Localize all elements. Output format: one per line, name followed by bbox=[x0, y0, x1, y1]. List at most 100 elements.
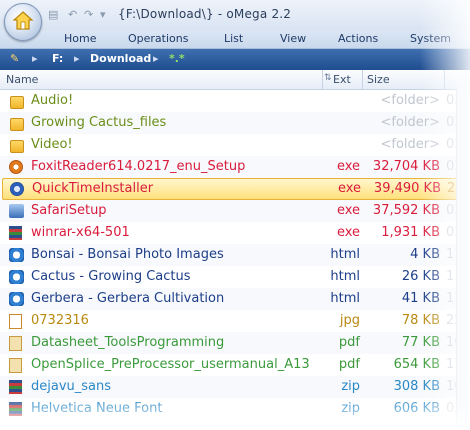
tab-view[interactable]: View bbox=[280, 32, 306, 45]
file-name: Growing Cactus_files bbox=[31, 115, 167, 130]
pdf-file-icon bbox=[9, 358, 22, 373]
file-row[interactable]: Video! <folder> 03 bbox=[0, 134, 470, 156]
address-bar: ✎ ▸ F: ▸ Download ▸ *.* bbox=[0, 49, 470, 70]
edit-path-icon[interactable]: ✎ bbox=[10, 52, 19, 65]
file-size: 4 KB bbox=[410, 247, 440, 262]
file-ext: exe bbox=[336, 203, 360, 218]
chevron-right-icon: ▸ bbox=[32, 52, 38, 65]
quick-access-dropdown-icon[interactable]: ▾ bbox=[100, 8, 106, 21]
file-size: 41 KB bbox=[401, 291, 440, 306]
save-icon[interactable]: ▤ bbox=[48, 8, 58, 21]
file-ext: exe bbox=[337, 181, 361, 196]
column-separator bbox=[444, 70, 445, 89]
file-name: Bonsai - Bonsai Photo Images bbox=[31, 247, 224, 262]
file-ext: pdf bbox=[338, 357, 360, 372]
file-ext: pdf bbox=[338, 335, 360, 350]
file-name: Cactus - Growing Cactus bbox=[31, 269, 191, 284]
file-ext: exe bbox=[336, 159, 360, 174]
file-row[interactable]: OpenSplice_PreProcessor_usermanual_A13 pd… bbox=[0, 354, 470, 376]
file-row[interactable]: Bonsai - Bonsai Photo Images html 4 KB 11 bbox=[0, 244, 470, 266]
sort-icon: ⇅ bbox=[324, 73, 332, 83]
file-size: <folder> bbox=[380, 93, 440, 108]
quicktime-app-icon bbox=[10, 182, 24, 196]
file-name: QuickTimeInstaller bbox=[32, 181, 154, 196]
file-row[interactable]: Cactus - Growing Cactus html 26 KB 11 bbox=[0, 266, 470, 288]
column-separator bbox=[362, 70, 363, 89]
tab-home[interactable]: Home bbox=[64, 32, 96, 45]
undo-icon[interactable]: ↶ bbox=[68, 8, 77, 21]
winrar-app-icon bbox=[9, 226, 22, 240]
application-menu-button[interactable] bbox=[4, 3, 42, 41]
file-size: <folder> bbox=[380, 137, 440, 152]
file-name: FoxitReader614.0217_enu_Setup bbox=[31, 159, 246, 174]
file-ext: html bbox=[330, 291, 360, 306]
tab-system[interactable]: System bbox=[410, 32, 451, 45]
redo-icon[interactable]: ↷ bbox=[84, 8, 93, 21]
file-ext: jpg bbox=[339, 313, 360, 328]
file-size: 606 KB bbox=[393, 401, 440, 416]
title-bar: ▤ ↶ ↷ ▾ {F:\Download\} - oMega 2.2 bbox=[0, 0, 470, 31]
archive-file-icon bbox=[9, 380, 22, 394]
web-page-icon bbox=[9, 270, 24, 284]
file-row[interactable]: Helvetica Neue Font zip 606 KB 03 bbox=[0, 398, 470, 420]
file-ext: html bbox=[330, 247, 360, 262]
file-name: Datasheet_ToolsProgramming bbox=[31, 335, 225, 350]
folder-icon bbox=[10, 118, 24, 131]
file-row-selected[interactable]: QuickTimeInstallerexe39,490 KB22 bbox=[2, 178, 468, 200]
home-icon bbox=[12, 11, 34, 30]
file-ext: zip bbox=[341, 401, 360, 416]
file-size: 654 KB bbox=[393, 357, 440, 372]
chevron-right-icon: ▸ bbox=[153, 52, 159, 65]
file-name: SafariSetup bbox=[31, 203, 107, 218]
file-ext: exe bbox=[336, 225, 360, 240]
file-name: winrar-x64-501 bbox=[31, 225, 130, 240]
file-ext: html bbox=[330, 269, 360, 284]
file-size: 308 KB bbox=[393, 379, 440, 394]
folder-icon bbox=[10, 140, 24, 153]
file-row[interactable]: SafariSetup exe 37,592 KB 03 bbox=[0, 200, 470, 222]
chevron-right-icon: ▸ bbox=[74, 52, 80, 65]
breadcrumb-folder[interactable]: Download bbox=[90, 52, 151, 65]
file-size: 78 KB bbox=[401, 313, 440, 328]
vertical-scrollbar[interactable] bbox=[456, 89, 470, 430]
file-name: OpenSplice_PreProcessor_usermanual_A13 bbox=[31, 357, 310, 372]
web-page-icon bbox=[9, 292, 24, 306]
file-row[interactable]: Datasheet_ToolsProgramming pdf 77 KB 16 bbox=[0, 332, 470, 354]
file-name: Audio! bbox=[31, 93, 74, 108]
file-row[interactable]: Gerbera - Gerbera Cultivation html 41 KB 11 bbox=[0, 288, 470, 310]
file-size: 39,490 KB bbox=[373, 181, 441, 196]
column-ext[interactable]: Ext bbox=[333, 73, 351, 86]
file-size: 26 KB bbox=[401, 269, 440, 284]
file-row[interactable]: FoxitReader614.0217_enu_Setup exe 32,704 K… bbox=[0, 156, 470, 178]
file-size: 1,931 KB bbox=[381, 225, 440, 240]
tab-list[interactable]: List bbox=[224, 32, 243, 45]
column-size[interactable]: Size bbox=[367, 73, 390, 86]
window-title: {F:\Download\} - oMega 2.2 bbox=[118, 7, 292, 21]
file-row[interactable]: Growing Cactus_files <folder> 03 bbox=[0, 112, 470, 134]
image-file-icon bbox=[9, 314, 22, 329]
filter-mask[interactable]: *.* bbox=[169, 52, 185, 65]
file-row[interactable]: dejavu_sans zip 308 KB 10 bbox=[0, 376, 470, 398]
file-row[interactable]: winrar-x64-501 exe 1,931 KB 03 bbox=[0, 222, 470, 244]
column-name[interactable]: Name bbox=[6, 73, 38, 86]
column-header: Name ⇅ Ext Size bbox=[0, 70, 470, 90]
folder-icon bbox=[10, 96, 24, 109]
file-name: dejavu_sans bbox=[31, 379, 112, 394]
web-page-icon bbox=[9, 248, 24, 262]
foxit-app-icon bbox=[9, 160, 23, 174]
file-name: Gerbera - Gerbera Cultivation bbox=[31, 291, 225, 306]
file-row[interactable]: 0732316 jpg 78 KB 25 bbox=[0, 310, 470, 332]
pdf-file-icon bbox=[9, 336, 22, 351]
file-list[interactable]: Audio! <folder> 03 Growing Cactus_files <fo… bbox=[0, 90, 470, 420]
file-size: 37,592 KB bbox=[372, 203, 440, 218]
file-name: Helvetica Neue Font bbox=[31, 401, 163, 416]
file-ext: zip bbox=[341, 379, 360, 394]
file-row[interactable]: Audio! <folder> 03 bbox=[0, 90, 470, 112]
tab-operations[interactable]: Operations bbox=[128, 32, 188, 45]
file-size: 77 KB bbox=[401, 335, 440, 350]
file-size: <folder> bbox=[380, 115, 440, 130]
column-separator bbox=[322, 70, 323, 89]
tab-actions[interactable]: Actions bbox=[338, 32, 378, 45]
archive-file-icon bbox=[9, 402, 22, 416]
breadcrumb-drive[interactable]: F: bbox=[52, 52, 63, 65]
